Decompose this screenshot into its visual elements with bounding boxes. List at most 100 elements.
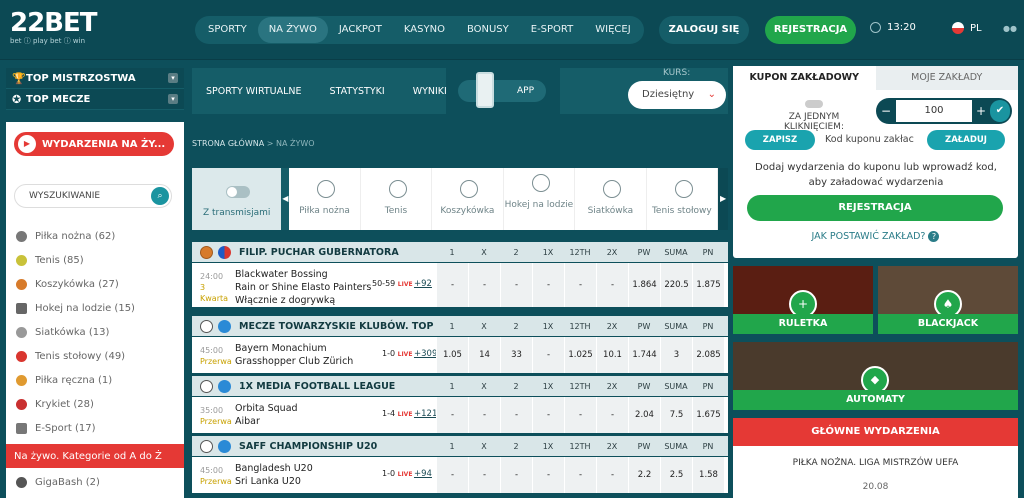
nav-more[interactable]: WIĘCEJ	[584, 17, 641, 43]
tab-bet-slip[interactable]: KUPON ZAKŁADOWY	[733, 66, 876, 90]
odd-cell[interactable]: 1.864	[628, 263, 660, 307]
odd-cell[interactable]: -	[436, 457, 468, 493]
odd-cell[interactable]: 1.025	[564, 337, 596, 373]
sport-item-tennis[interactable]: Tenis (85)	[6, 250, 184, 271]
odd-cell[interactable]: -	[436, 263, 468, 307]
register-button[interactable]: REJESTRACJA	[765, 16, 856, 44]
odd-cell[interactable]: 2.5	[660, 457, 692, 493]
odd-cell[interactable]: -	[532, 263, 564, 307]
chevron-down-icon[interactable]: ▾	[168, 73, 178, 83]
login-button[interactable]: ZALOGUJ SIĘ	[659, 16, 749, 44]
roulette-banner[interactable]: + RULETKA	[733, 266, 873, 334]
subnav-virtual-sports[interactable]: SPORTY WIRTUALNE	[192, 86, 316, 97]
blackjack-banner[interactable]: ♠ BLACKJACK	[878, 266, 1018, 334]
event-teams[interactable]: Bangladesh U20 Sri Lanka U20	[235, 462, 313, 488]
more-markets-link[interactable]: +94	[414, 469, 432, 479]
odd-cell[interactable]: -	[532, 337, 564, 373]
search-icon[interactable]: ⌕	[151, 187, 169, 205]
league-header[interactable]: 1X MEDIA FOOTBALL LEAGUE 1 X 2 1X 12TH 2X PW SU…	[192, 376, 728, 396]
odd-cell[interactable]: -	[564, 263, 596, 307]
sport-item-gigabash[interactable]: GigaBash (2)	[6, 472, 184, 493]
odd-cell[interactable]: 2.04	[628, 397, 660, 433]
category-all-button[interactable]: Na żywo. Kategorie od A do Ż	[6, 444, 184, 468]
search-input[interactable]: WYSZUKIWANIE ⌕	[14, 184, 172, 208]
how-to-bet-link[interactable]: JAK POSTAWIĆ ZAKŁAD? ?	[733, 231, 1018, 242]
odd-cell[interactable]: 2.2	[628, 457, 660, 493]
toggle-switch[interactable]	[226, 186, 250, 198]
sport-item-basketball[interactable]: Koszykówka (27)	[6, 274, 184, 295]
odd-cell[interactable]: 220.5	[660, 263, 692, 307]
slots-banner[interactable]: ◆ AUTOMATY	[733, 342, 1018, 410]
chevron-left-icon[interactable]: ◀	[281, 168, 290, 230]
odd-cell[interactable]: 1.05	[436, 337, 468, 373]
stake-input[interactable]: 100	[896, 100, 972, 122]
nav-jackpot[interactable]: JACKPOT	[328, 17, 393, 43]
filter-ice-hockey[interactable]: Hokej na lodzie	[504, 168, 576, 230]
nav-casino[interactable]: KASYNO	[393, 17, 456, 43]
odd-cell[interactable]: -	[436, 397, 468, 433]
top-matches[interactable]: ✪ TOP MECZE ▾	[6, 89, 184, 110]
odd-cell[interactable]: 1.875	[692, 263, 724, 307]
odd-cell[interactable]: 1.744	[628, 337, 660, 373]
odd-cell[interactable]: -	[468, 397, 500, 433]
odd-cell[interactable]: 14	[468, 337, 500, 373]
sport-item-ice-hockey[interactable]: Hokej na lodzie (15)	[6, 298, 184, 319]
odd-cell[interactable]: -	[468, 263, 500, 307]
odd-cell[interactable]: -	[596, 457, 628, 493]
filter-basketball[interactable]: Koszykówka	[432, 168, 504, 230]
load-button[interactable]: ZAŁADUJ	[927, 130, 1005, 150]
more-markets-link[interactable]: +92	[414, 279, 432, 289]
odd-cell[interactable]: 10.1	[596, 337, 628, 373]
event-teams[interactable]: Bayern Monachium Grasshopper Club Zürich	[235, 342, 353, 368]
one-click-toggle[interactable]: ZA JEDNYM KLIKNIĘCIEM:	[759, 100, 869, 132]
sport-item-football[interactable]: Piłka nożna (62)	[6, 226, 184, 247]
event-row[interactable]: 45:00 Przerwa Bangladesh U20 Sri Lanka U20…	[192, 457, 728, 493]
league-header[interactable]: FILIP. PUCHAR GUBERNATORA 1 X 2 1X 12TH 2X PW S…	[192, 242, 728, 262]
more-markets-link[interactable]: +309	[414, 349, 437, 359]
chevron-down-icon[interactable]: ▾	[168, 94, 178, 104]
odd-cell[interactable]: -	[596, 397, 628, 433]
check-icon[interactable]: ✔	[990, 100, 1010, 122]
save-button[interactable]: ZAPISZ	[745, 130, 815, 150]
odd-cell[interactable]: -	[564, 457, 596, 493]
event-row[interactable]: 35:00 Przerwa Orbita Squad Aibar 1-4 LIVE …	[192, 397, 728, 433]
event-row[interactable]: 45:00 Przerwa Bayern Monachium Grasshopper…	[192, 337, 728, 373]
nav-live[interactable]: NA ŻYWO	[257, 17, 328, 43]
odd-cell[interactable]: -	[500, 263, 532, 307]
league-header[interactable]: MECZE TOWARZYSKIE KLUBÓW. TOP 1 X 2 1X 12TH 2…	[192, 316, 728, 336]
odd-cell[interactable]: 7.5	[660, 397, 692, 433]
odd-cell[interactable]: 1.675	[692, 397, 724, 433]
app-pill[interactable]: APP	[458, 80, 546, 102]
odd-cell[interactable]: -	[532, 397, 564, 433]
odd-cell[interactable]: 2.085	[692, 337, 724, 373]
sport-item-cricket[interactable]: Krykiet (28)	[6, 394, 184, 415]
coupon-code-input[interactable]: Kod kuponu zakłac	[825, 134, 914, 145]
hamburger-menu-icon[interactable]: ●●	[1003, 24, 1017, 33]
sport-item-handball[interactable]: Piłka ręczna (1)	[6, 370, 184, 391]
nav-esport[interactable]: E-SPORT	[520, 17, 585, 43]
sport-item-table-tennis[interactable]: Tenis stołowy (49)	[6, 346, 184, 367]
live-events-button[interactable]: ▶ WYDARZENIA NA ŻY...	[14, 132, 174, 156]
filter-table-tennis[interactable]: Tenis stołowy	[647, 168, 719, 230]
nav-sporty[interactable]: SPORTY	[197, 17, 258, 43]
odd-cell[interactable]: -	[500, 397, 532, 433]
app-download[interactable]: APP	[446, 68, 560, 114]
top-championships[interactable]: 🏆 TOP MISTRZOSTWA ▾	[6, 68, 184, 89]
plus-button[interactable]: +	[972, 104, 990, 118]
minus-button[interactable]: −	[876, 104, 896, 118]
odd-cell[interactable]: 3	[660, 337, 692, 373]
league-header[interactable]: SAFF CHAMPIONSHIP U20 1 X 2 1X 12TH 2X PW SUMA P…	[192, 436, 728, 456]
sport-item-esport[interactable]: E-Sport (17)	[6, 418, 184, 439]
odd-cell[interactable]: -	[500, 457, 532, 493]
odd-cell[interactable]: 33	[500, 337, 532, 373]
odd-cell[interactable]: -	[564, 397, 596, 433]
odds-format-select[interactable]: Dziesiętny ⌄	[628, 81, 726, 109]
language-selector[interactable]: PL	[952, 22, 982, 34]
event-row[interactable]: 24:00 3 Kwarta Blackwater Bossing Rain or …	[192, 263, 728, 307]
logo[interactable]: 22BET bet ⓘ play bet ⓘ win	[10, 8, 97, 46]
odd-cell[interactable]: 1.58	[692, 457, 724, 493]
slip-register-button[interactable]: REJESTRACJA	[747, 195, 1003, 221]
event-teams[interactable]: Blackwater Bossing Rain or Shine Elasto P…	[235, 268, 371, 307]
tab-my-bets[interactable]: MOJE ZAKŁADY	[875, 66, 1018, 90]
filter-tennis[interactable]: Tenis	[361, 168, 433, 230]
